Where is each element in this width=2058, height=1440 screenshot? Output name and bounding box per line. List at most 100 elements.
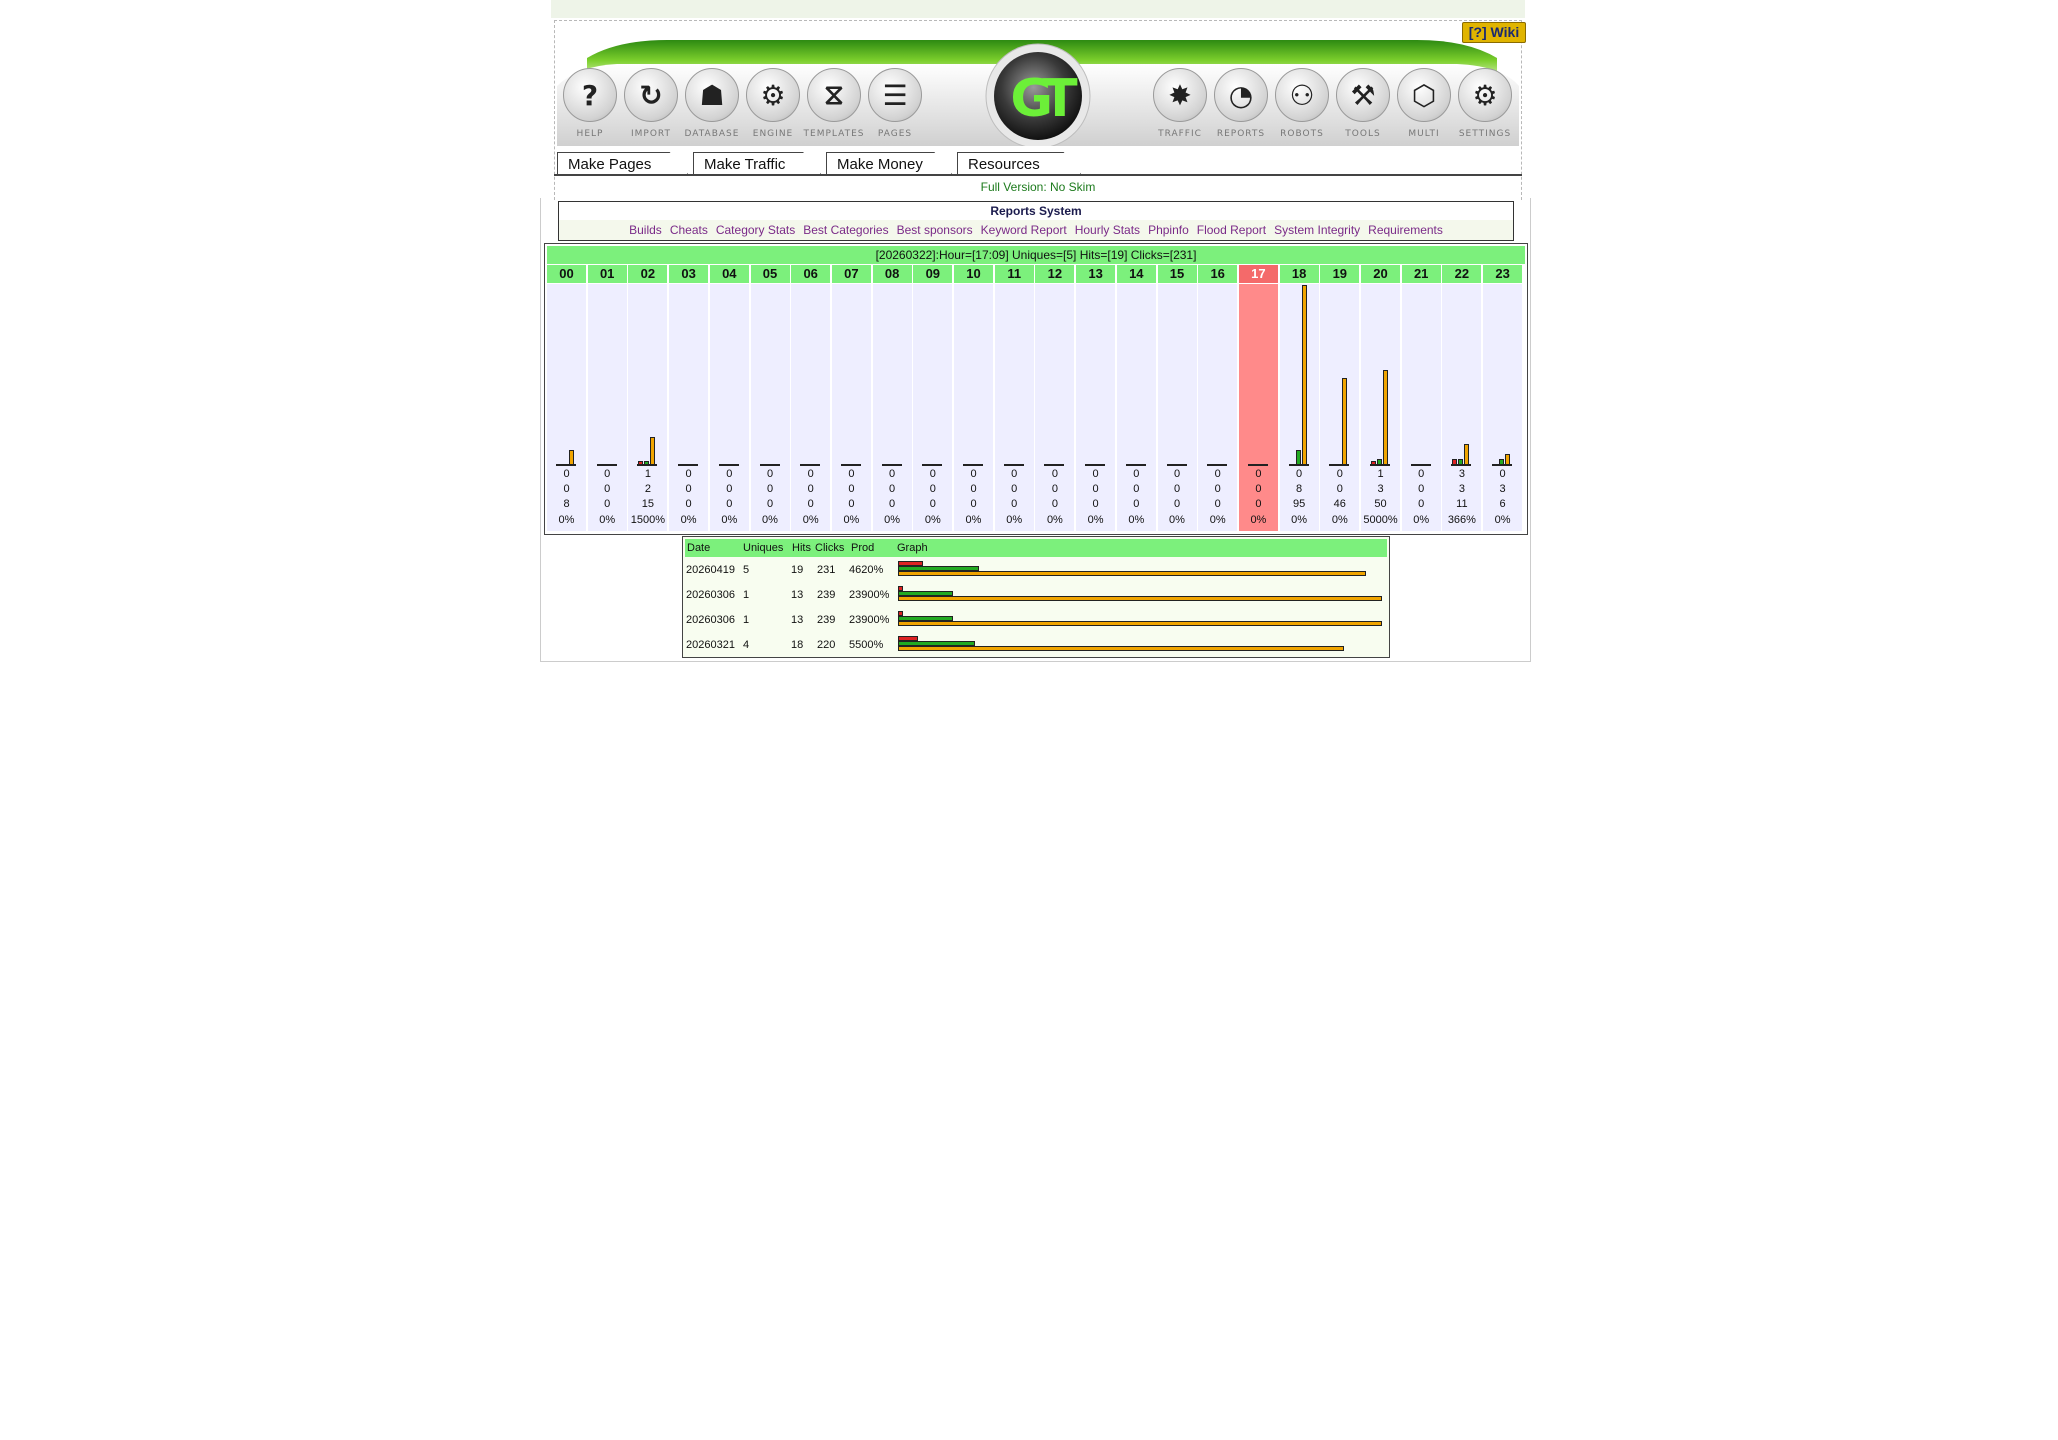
hour-body: 0 0 0 0%: [1035, 284, 1075, 531]
hour-label[interactable]: 14: [1116, 265, 1156, 283]
gt-logo[interactable]: GT: [994, 64, 1084, 134]
help-button[interactable]: ?: [563, 68, 617, 126]
report-link-requirements[interactable]: Requirements: [1368, 223, 1443, 237]
hour-value-pct: 0%: [802, 513, 819, 526]
hour-values: 0 0 0 0%: [913, 467, 952, 528]
hour-value-c: 6: [1499, 498, 1506, 511]
hour-body: 0 0 0 0%: [872, 284, 912, 531]
hour-value-pct: 1500%: [630, 513, 666, 526]
hour-label[interactable]: 08: [872, 265, 912, 283]
help-icon: ?: [581, 78, 599, 112]
hour-value-u: 0: [1336, 468, 1343, 480]
tab-make-traffic[interactable]: Make Traffic: [693, 152, 821, 174]
hour-value-h: 0: [848, 483, 855, 496]
hour-value-u: 0: [604, 468, 611, 480]
bar-clicks: [1383, 370, 1388, 465]
hour-label[interactable]: 16: [1198, 265, 1238, 283]
hour-baseline: [1003, 464, 1024, 466]
tab-make-pages[interactable]: Make Pages: [557, 152, 688, 174]
cell-hits: 13: [791, 589, 804, 601]
hour-label[interactable]: 05: [750, 265, 790, 283]
hour-value-u: 0: [563, 468, 570, 480]
hour-label[interactable]: 00: [547, 265, 586, 283]
hour-values: 0 0 0 0%: [588, 467, 627, 528]
top-strip: [551, 0, 1525, 18]
robots-button[interactable]: ⚇: [1275, 68, 1329, 126]
settings-button[interactable]: ⚙: [1458, 68, 1512, 126]
hour-values: 0 0 0 0%: [791, 467, 830, 528]
hour-body: 0 0 0 0%: [954, 284, 993, 531]
report-link-flood-report[interactable]: Flood Report: [1197, 223, 1266, 237]
templates-button[interactable]: ⧖: [807, 68, 861, 126]
hour-column: 05 0 0 0 0%: [750, 265, 790, 531]
traffic-button[interactable]: ✸: [1153, 68, 1207, 126]
engine-button[interactable]: ⚙: [746, 68, 800, 126]
hour-label[interactable]: 09: [913, 265, 953, 283]
hour-label[interactable]: 01: [587, 265, 627, 283]
hour-label[interactable]: 13: [1076, 265, 1116, 283]
report-link-phpinfo[interactable]: Phpinfo: [1148, 223, 1189, 237]
hour-label[interactable]: 06: [791, 265, 831, 283]
hour-column: 21 0 0 0 0%: [1401, 265, 1441, 531]
cell-clicks: 239: [817, 614, 836, 626]
tab-resources[interactable]: Resources: [957, 152, 1081, 174]
hour-value-c: 15: [641, 498, 655, 511]
hour-value-pct: 0%: [680, 513, 697, 526]
hour-value-pct: 0%: [558, 513, 575, 526]
report-link-keyword-report[interactable]: Keyword Report: [981, 223, 1067, 237]
hour-label[interactable]: 19: [1320, 265, 1360, 283]
hour-value-u: 0: [929, 468, 936, 480]
hour-label[interactable]: 15: [1157, 265, 1197, 283]
import-icon: ↻: [639, 78, 663, 112]
hourly-stats-chart: [20260322]:Hour=[17:09] Uniques=[5] Hits…: [544, 243, 1528, 535]
report-link-best-categories[interactable]: Best Categories: [803, 223, 888, 237]
hour-label[interactable]: 21: [1401, 265, 1441, 283]
hour-label[interactable]: 20: [1361, 265, 1400, 283]
hour-label[interactable]: 17: [1238, 265, 1278, 283]
hour-label[interactable]: 04: [709, 265, 749, 283]
hour-baseline: [1085, 464, 1106, 466]
database-button[interactable]: ☗: [685, 68, 739, 126]
hour-value-u: 1: [1377, 468, 1384, 480]
hour-value-u: 0: [1092, 468, 1099, 480]
hour-value-c: 0: [1092, 498, 1099, 511]
hour-value-u: 0: [726, 468, 733, 480]
hour-value-u: 0: [1499, 468, 1506, 480]
hour-label[interactable]: 23: [1483, 265, 1523, 283]
import-button[interactable]: ↻: [624, 68, 678, 126]
table-row: 20260321 4 18 220 5500%: [683, 634, 1389, 658]
hour-label[interactable]: 10: [954, 265, 993, 283]
report-link-hourly-stats[interactable]: Hourly Stats: [1075, 223, 1140, 237]
version-text: Full Version: No Skim: [980, 180, 1096, 194]
report-link-cheats[interactable]: Cheats: [670, 223, 708, 237]
hour-value-u: 0: [685, 468, 692, 480]
report-link-category-stats[interactable]: Category Stats: [716, 223, 795, 237]
hour-baseline: [1410, 464, 1431, 466]
hour-body: 0 0 8 0%: [547, 284, 586, 531]
hour-label[interactable]: 22: [1442, 265, 1482, 283]
hour-label[interactable]: 03: [669, 265, 709, 283]
report-link-system-integrity[interactable]: System Integrity: [1274, 223, 1360, 237]
multi-button[interactable]: ⬡: [1397, 68, 1451, 126]
hour-label[interactable]: 18: [1279, 265, 1319, 283]
icon-circle: ⧖: [807, 68, 861, 122]
hour-label[interactable]: 07: [831, 265, 871, 283]
tab-make-money[interactable]: Make Money: [826, 152, 952, 174]
icon-circle: ☗: [685, 68, 739, 122]
hour-value-u: 0: [1296, 468, 1303, 480]
hour-label[interactable]: 02: [628, 265, 668, 283]
hour-column: 15 0 0 0 0%: [1157, 265, 1197, 531]
hour-label[interactable]: 12: [1035, 265, 1075, 283]
icon-label: TOOLS: [1345, 129, 1381, 139]
hour-column: 02 1 2 15 1500%: [628, 265, 668, 531]
tools-button[interactable]: ⚒: [1336, 68, 1390, 126]
pages-button[interactable]: ☰: [868, 68, 922, 126]
hour-value-h: 0: [1418, 483, 1425, 496]
hour-value-c: 0: [1418, 498, 1425, 511]
bar-hits: [1499, 459, 1505, 465]
report-link-best-sponsors[interactable]: Best sponsors: [897, 223, 973, 237]
report-link-builds[interactable]: Builds: [629, 223, 662, 237]
hour-label[interactable]: 11: [994, 265, 1034, 283]
hour-value-h: 0: [929, 483, 936, 496]
reports-button[interactable]: ◔: [1214, 68, 1268, 126]
